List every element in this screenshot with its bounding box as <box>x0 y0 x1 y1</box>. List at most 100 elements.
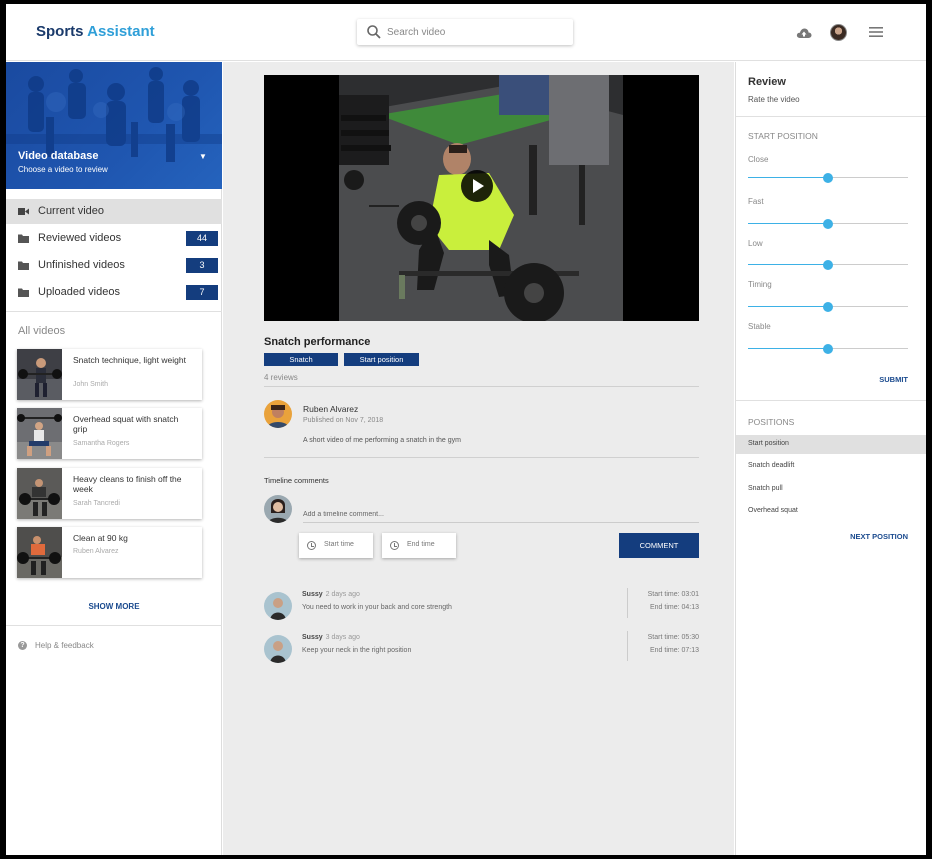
menu-icon[interactable] <box>869 26 883 38</box>
comment-start-time[interactable]: Start time: 03:01 <box>648 591 699 598</box>
position-item-overhead-squat[interactable]: Overhead squat <box>736 502 926 521</box>
slider-close[interactable] <box>748 173 908 183</box>
next-position-button[interactable]: NEXT POSITION <box>850 532 908 541</box>
comment-time-ago: 2 days ago <box>325 591 360 598</box>
slider-thumb[interactable] <box>823 219 833 229</box>
search-input[interactable] <box>387 19 567 45</box>
slider-label-low: Low <box>748 239 763 248</box>
divider <box>264 386 699 387</box>
position-item-snatch-pull[interactable]: Snatch pull <box>736 480 926 499</box>
banner-subtitle: Choose a video to review <box>18 165 108 174</box>
slider-fast[interactable] <box>748 219 908 229</box>
comment-button[interactable]: COMMENT <box>619 533 699 558</box>
video-title: Heavy cleans to finish off the week <box>73 474 182 494</box>
divider <box>264 457 699 458</box>
timeline-comment[interactable]: Sussy 2 days ago You need to work in your… <box>264 588 699 621</box>
slider-fill <box>748 177 828 178</box>
slider-stable[interactable] <box>748 344 908 354</box>
dropdown-arrow-icon[interactable]: ▼ <box>199 152 207 161</box>
user-avatar[interactable] <box>830 24 847 41</box>
show-more-button[interactable]: SHOW MORE <box>6 602 222 611</box>
video-title: Snatch technique, light weight <box>73 355 186 365</box>
slider-label-close: Close <box>748 155 769 164</box>
commenter-avatar <box>264 635 292 663</box>
comment-text: Keep your neck in the right position <box>302 647 412 654</box>
slider-fill <box>748 223 828 224</box>
comment-end-time[interactable]: End time: 07:13 <box>650 647 699 654</box>
videocam-icon <box>18 208 29 215</box>
count-badge: 7 <box>186 285 218 300</box>
slider-fill <box>748 264 828 265</box>
slider-timing[interactable] <box>748 302 908 312</box>
clock-icon <box>390 541 399 550</box>
slider-thumb[interactable] <box>823 173 833 183</box>
video-card[interactable]: Heavy cleans to finish off the week Sara… <box>17 468 202 519</box>
video-author: Ruben Alvarez <box>73 548 119 555</box>
video-thumbnail <box>17 408 62 459</box>
nav-current-video[interactable]: Current video <box>6 199 222 224</box>
comment-time-ago: 3 days ago <box>325 634 360 641</box>
position-item-snatch-deadlift[interactable]: Snatch deadlift <box>736 457 926 476</box>
video-card[interactable]: Overhead squat with snatch grip Samantha… <box>17 408 202 459</box>
review-title: Review <box>748 76 786 88</box>
start-time-label: Start time <box>324 541 354 548</box>
comment-end-time[interactable]: End time: 04:13 <box>650 604 699 611</box>
slider-thumb[interactable] <box>823 344 833 354</box>
nav-reviewed-videos[interactable]: Reviewed videos 44 <box>6 226 222 251</box>
folder-icon <box>18 261 29 270</box>
position-item-start-position[interactable]: Start position <box>736 435 926 454</box>
slider-low[interactable] <box>748 260 908 270</box>
timeline-comment-input[interactable] <box>303 507 699 523</box>
video-database-banner[interactable]: Video database Choose a video to review … <box>6 62 222 189</box>
top-app-bar: Sports Assistant <box>6 4 926 61</box>
nav-label: Uploaded videos <box>38 286 120 298</box>
folder-icon <box>18 234 29 243</box>
review-subtitle: Rate the video <box>748 95 800 104</box>
start-time-button[interactable]: Start time <box>299 533 373 558</box>
timeline-comment[interactable]: Sussy 3 days ago Keep your neck in the ri… <box>264 631 699 664</box>
vertical-divider <box>627 631 628 661</box>
divider <box>6 625 222 626</box>
submit-button[interactable]: SUBMIT <box>879 375 908 384</box>
brand-logo[interactable]: Sports Assistant <box>36 23 155 40</box>
slider-thumb[interactable] <box>823 260 833 270</box>
comment-start-time[interactable]: Start time: 05:30 <box>648 634 699 641</box>
video-author: Sarah Tancredi <box>73 500 120 507</box>
nav-uploaded-videos[interactable]: Uploaded videos 7 <box>6 280 222 305</box>
search-icon <box>367 25 381 39</box>
all-videos-title: All videos <box>18 325 66 337</box>
count-badge: 44 <box>186 231 218 246</box>
nav-unfinished-videos[interactable]: Unfinished videos 3 <box>6 253 222 278</box>
published-date: Published on Nov 7, 2018 <box>303 417 384 424</box>
brand-name-part2: Assistant <box>87 23 155 40</box>
video-description: A short video of me performing a snatch … <box>303 437 461 444</box>
video-title: Overhead squat with snatch grip <box>73 414 179 434</box>
play-button[interactable] <box>461 170 493 202</box>
folder-icon <box>18 288 29 297</box>
count-badge: 3 <box>186 258 218 273</box>
position-label: Snatch deadlift <box>748 462 795 469</box>
video-card[interactable]: Clean at 90 kg Ruben Alvarez <box>17 527 202 578</box>
help-label: Help & feedback <box>35 641 94 650</box>
tag-chip[interactable]: Start position <box>344 353 419 366</box>
end-time-button[interactable]: End time <box>382 533 456 558</box>
slider-label-stable: Stable <box>748 322 771 331</box>
clock-icon <box>307 541 316 550</box>
brand-name-part1: Sports <box>36 23 84 40</box>
help-feedback-link[interactable]: ? Help & feedback <box>18 641 94 651</box>
commenter-name: Sussy 2 days ago <box>302 591 360 598</box>
divider <box>736 116 926 117</box>
banner-title: Video database <box>18 150 99 162</box>
video-player[interactable] <box>264 75 699 321</box>
divider <box>6 311 222 312</box>
slider-thumb[interactable] <box>823 302 833 312</box>
position-label: Snatch pull <box>748 485 783 492</box>
cloud-upload-icon[interactable] <box>796 26 812 40</box>
nav-label: Current video <box>38 205 105 217</box>
commenter-name-text: Sussy <box>302 634 323 641</box>
author-name[interactable]: Ruben Alvarez <box>303 404 358 414</box>
video-card[interactable]: Snatch technique, light weight John Smit… <box>17 349 202 400</box>
tag-chip[interactable]: Snatch <box>264 353 338 366</box>
slider-label-timing: Timing <box>748 280 772 289</box>
search-box[interactable] <box>357 19 573 45</box>
